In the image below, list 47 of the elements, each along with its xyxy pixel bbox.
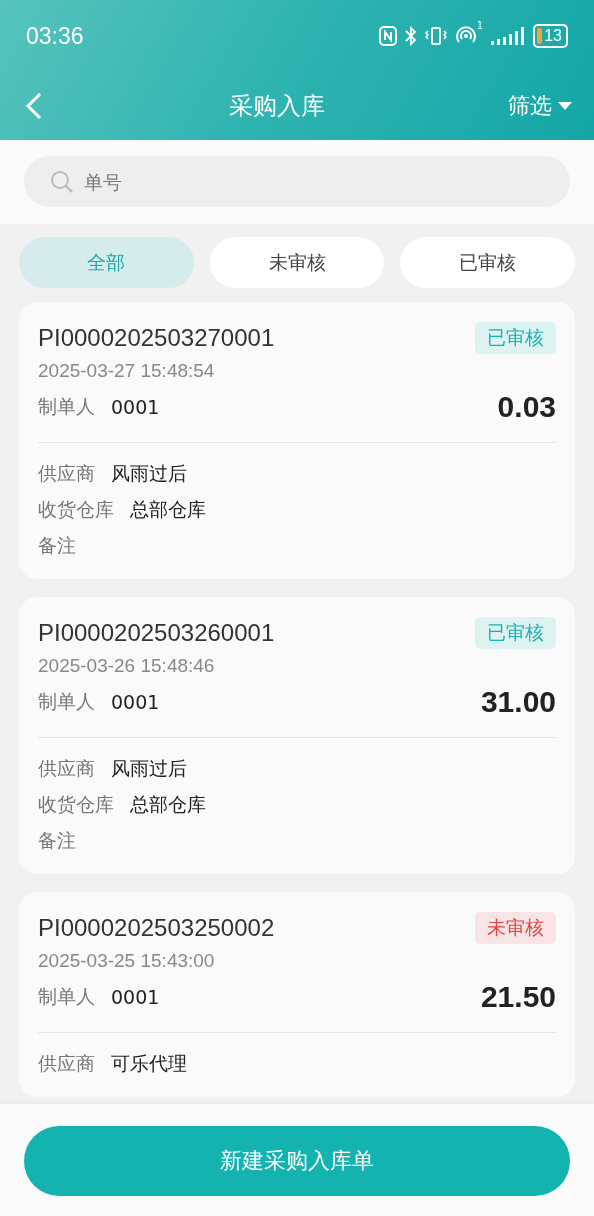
field-label: 收货仓库 xyxy=(38,497,114,522)
nfc-icon xyxy=(378,26,397,46)
field-value: 0001 xyxy=(111,691,160,713)
order-number: PI0000202503270001 xyxy=(38,324,275,352)
field-label: 供应商 xyxy=(38,756,95,781)
status-tag: 已审核 xyxy=(475,617,556,649)
field-label: 供应商 xyxy=(38,461,95,486)
field-value: 风雨过后 xyxy=(111,461,187,486)
search-field[interactable]: 单号 xyxy=(24,156,570,207)
field-label: 制单人 xyxy=(38,984,95,1009)
order-number: PI0000202503260001 xyxy=(38,619,275,647)
caret-icon xyxy=(558,101,572,111)
page-title: 采购入库 xyxy=(228,91,326,122)
search-icon xyxy=(50,170,74,194)
order-time: 2025-03-25 15:43:00 xyxy=(38,950,216,972)
order-number: PI0000202503250002 xyxy=(38,914,275,942)
field-value: 0001 xyxy=(111,986,160,1008)
field-label: 收货仓库 xyxy=(38,792,114,817)
order-card[interactable]: PI0000202503270001 已审核 2025-03-27 15:48:54 制单人 0001 0.03 供应商 风雨过后 收货仓库 总部仓库 备注 xyxy=(19,302,575,579)
field-value: 总部仓库 xyxy=(130,792,206,817)
field-label: 备注 xyxy=(38,828,76,853)
order-card[interactable]: PI0000202503260001 已审核 2025-03-26 15:48:46 制单人 0001 31.00 供应商 风雨过后 收货仓库 总部仓库 备注 xyxy=(19,597,575,874)
order-card[interactable]: PI0000202503250002 未审核 2025-03-25 15:43:00 制单人 0001 21.50 供应商 可乐代理 xyxy=(19,892,575,1097)
order-time: 2025-03-27 15:48:54 xyxy=(38,360,216,382)
battery-level: 13 xyxy=(544,27,562,45)
filter-tab[interactable]: 未审核 xyxy=(209,237,385,288)
field-label: 供应商 xyxy=(38,1051,95,1076)
status-tag: 已审核 xyxy=(475,322,556,354)
order-amount: 31.00 xyxy=(480,685,556,719)
field-value: 0001 xyxy=(111,396,160,418)
battery-charge-bar xyxy=(537,28,543,44)
signal-icon xyxy=(491,27,526,45)
status-tag: 未审核 xyxy=(475,912,556,944)
field-label: 备注 xyxy=(38,533,76,558)
vibrate-icon xyxy=(424,26,447,46)
clock-time: 03:36 xyxy=(26,22,85,50)
field-label: 制单人 xyxy=(38,689,95,714)
field-value: 总部仓库 xyxy=(130,497,206,522)
field-label: 制单人 xyxy=(38,394,95,419)
hotspot-count: 1 xyxy=(476,20,484,31)
order-time: 2025-03-26 15:48:46 xyxy=(38,655,216,677)
order-amount: 0.03 xyxy=(497,390,556,424)
bluetooth-icon xyxy=(404,26,417,46)
order-amount: 21.50 xyxy=(480,980,556,1014)
filter-tab[interactable]: 已审核 xyxy=(400,237,575,288)
field-value: 风雨过后 xyxy=(111,756,187,781)
field-value: 可乐代理 xyxy=(111,1051,187,1076)
